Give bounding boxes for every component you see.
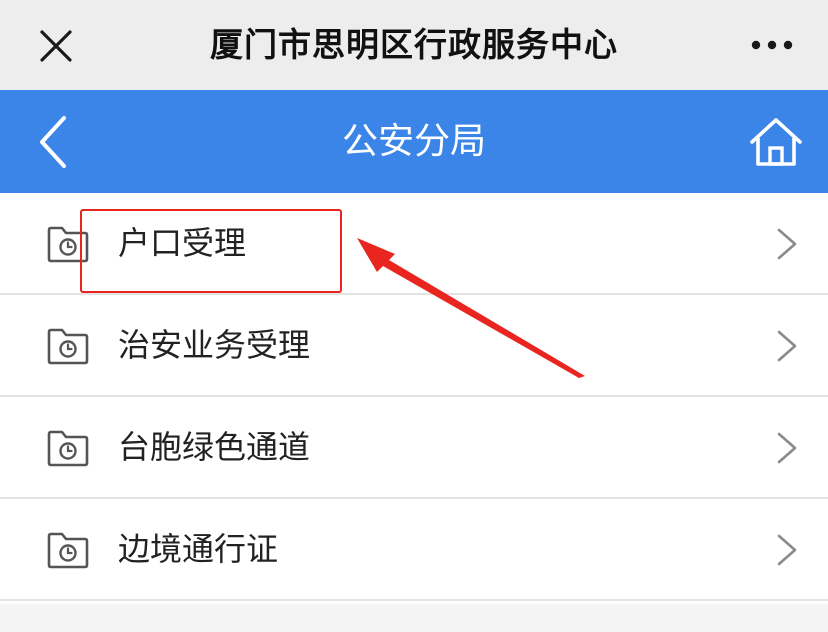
chevron-right-icon bbox=[777, 330, 797, 362]
bottom-background bbox=[0, 604, 828, 632]
list-item-label: 台胞绿色通道 bbox=[118, 428, 311, 466]
folder-clock-icon bbox=[47, 430, 89, 467]
chevron-right-icon bbox=[777, 534, 797, 566]
list-item[interactable]: 台胞绿色通道 bbox=[0, 397, 828, 499]
window-title: 厦门市思明区行政服务中心 bbox=[210, 25, 618, 64]
page-header: 公安分局 bbox=[0, 90, 828, 193]
highlight-box bbox=[80, 209, 342, 293]
red-arrow-icon bbox=[357, 238, 585, 378]
folder-clock-icon bbox=[47, 532, 89, 569]
chevron-right-icon bbox=[777, 432, 797, 464]
list-item-label: 边境通行证 bbox=[118, 530, 279, 568]
page: 厦门市思明区行政服务中心 公安分局 户口受理 治安业务受理 台胞绿色通道 边境通… bbox=[0, 0, 828, 632]
chevron-right-icon bbox=[777, 228, 797, 260]
top-bar: 厦门市思明区行政服务中心 bbox=[0, 0, 828, 90]
list-item[interactable]: 边境通行证 bbox=[0, 499, 828, 601]
page-title: 公安分局 bbox=[341, 121, 486, 162]
home-icon[interactable] bbox=[748, 114, 804, 170]
list-item-label: 治安业务受理 bbox=[118, 326, 311, 364]
folder-clock-icon bbox=[47, 328, 89, 365]
more-icon[interactable] bbox=[750, 34, 794, 56]
